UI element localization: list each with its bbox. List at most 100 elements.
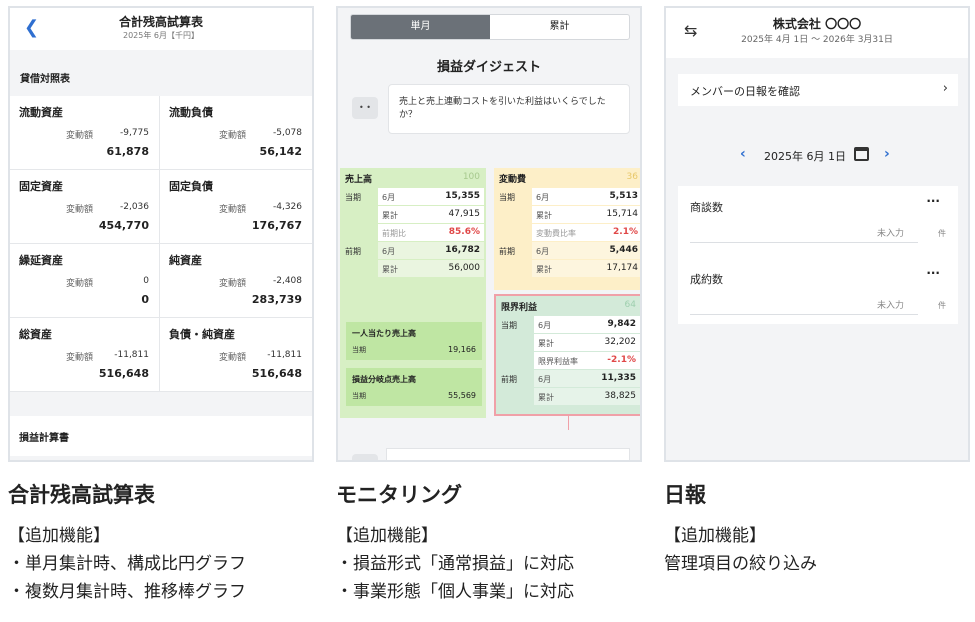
bs-delta-label: 変動額 (218, 279, 246, 289)
block-index: 100 (462, 172, 480, 182)
bs-delta-value: -9,775 (119, 128, 149, 138)
chevron-left-icon[interactable]: ‹ (740, 146, 746, 162)
row-label: 6月 (536, 193, 550, 202)
breakeven-sales-card[interactable]: 損益分岐点売上高 当期 55,569 (346, 368, 482, 406)
caption-line: ・事業形態「個人事業」に対応 (336, 582, 574, 602)
card-label: 当期 (352, 392, 366, 400)
block-title: 変動費 (499, 175, 527, 185)
caption-title: 合計残高試算表 (8, 483, 155, 507)
bs-delta-value: -4,326 (272, 202, 302, 212)
row-label: 累計 (382, 265, 398, 274)
per-person-sales-card[interactable]: 一人当たり売上高 当期 19,166 (346, 322, 482, 360)
table-row: 累計 15,714 (494, 206, 640, 224)
table-row: 当期 6月 5,513 (494, 188, 640, 206)
bs-cell[interactable]: 流動資産 変動額 -9,775 61,878 (10, 96, 160, 170)
row-label: 前期比 (382, 229, 406, 238)
caption-line: 管理項目の絞り込み (664, 554, 817, 574)
table-row: 当期 6月 15,355 (340, 188, 486, 206)
bs-delta-value: -2,408 (272, 276, 302, 286)
caption-line: ・単月集計時、構成比円グラフ (8, 554, 246, 574)
row-label: 累計 (382, 211, 398, 220)
bs-delta-value: -2,036 (119, 202, 149, 212)
tab-cumulative[interactable]: 累計 (490, 15, 629, 39)
bs-cell[interactable]: 総資産 変動額 -11,811 516,648 (10, 318, 160, 392)
bs-delta-label: 変動額 (218, 205, 246, 215)
caption-daily-report: 日報 【追加機能】 管理項目の絞り込み (664, 480, 975, 578)
bs-delta-label: 変動額 (65, 353, 93, 363)
bs-label: 繰延資産 (19, 254, 63, 267)
bs-cell[interactable]: 繰延資産 変動額 0 0 (10, 244, 160, 318)
bs-label: 固定負債 (169, 180, 213, 193)
block-rows: 当期 6月 15,355 累計 47,915 前期比 85.6% 前期 6月 16,782 … (340, 188, 486, 278)
more-icon[interactable]: ··· (926, 266, 940, 280)
page-title: 合計残高試算表 (118, 15, 203, 29)
item-input[interactable]: 未入力 (877, 226, 904, 239)
bs-delta-value: -11,811 (114, 350, 149, 360)
card-value: 19,166 (448, 345, 476, 354)
table-row: 前期 6月 5,446 (494, 242, 640, 260)
period-segmented-control: 単月 累計 (350, 14, 630, 40)
row-value: 15,714 (606, 209, 639, 219)
header: ⇆ 株式会社 〇〇〇 2025年 4月 1日 〜 2026年 3月31日 (666, 8, 968, 58)
bs-delta-label: 変動額 (218, 131, 246, 141)
more-icon[interactable]: ··· (926, 194, 940, 208)
daily-report-screen: ⇆ 株式会社 〇〇〇 2025年 4月 1日 〜 2026年 3月31日 メンバ… (664, 6, 970, 462)
member-report-link[interactable]: メンバーの日報を確認 › (678, 74, 958, 106)
variable-cost-block[interactable]: 変動費 36 当期 6月 5,513 累計 15,714 変動費比率 2.1% 前期 6月… (494, 168, 640, 290)
bs-cell[interactable]: 固定負債 変動額 -4,326 176,767 (160, 170, 312, 244)
bs-cell[interactable]: 流動負債 変動額 -5,078 56,142 (160, 96, 312, 170)
bs-value: 56,142 (259, 145, 302, 158)
chevron-right-icon[interactable]: › (884, 146, 890, 162)
date-navigator: ‹ 2025年 6月 1日 › (666, 146, 968, 166)
tab-single-month[interactable]: 単月 (351, 15, 490, 39)
row-value: 47,915 (448, 209, 481, 219)
bs-label: 流動資産 (19, 106, 63, 119)
fiscal-period: 2025年 4月 1日 〜 2026年 3月31日 (741, 35, 893, 45)
bs-delta-value: -5,078 (272, 128, 302, 138)
link-label: メンバーの日報を確認 (690, 85, 800, 98)
table-row: 前期比 85.6% (340, 224, 486, 242)
bs-label: 流動負債 (169, 106, 213, 119)
section-title-balance-sheet: 貸借対照表 (20, 74, 70, 85)
table-row: 前期 6月 16,782 (340, 242, 486, 260)
block-rows: 当期 6月 5,513 累計 15,714 変動費比率 2.1% 前期 6月 5,446 累… (494, 188, 640, 278)
bs-cell[interactable]: 固定資産 変動額 -2,036 454,770 (10, 170, 160, 244)
current-date: 2025年 6月 1日 (764, 150, 846, 163)
table-row: 累計 47,915 (340, 206, 486, 224)
row-value: 85.6% (448, 227, 480, 237)
balance-sheet-grid: 流動資産 変動額 -9,775 61,878 流動負債 変動額 -5,078 5… (10, 96, 312, 392)
bs-label: 固定資産 (19, 180, 63, 193)
item-input[interactable]: 未入力 (877, 298, 904, 311)
highlight-frame (494, 294, 640, 416)
calendar-icon[interactable] (854, 147, 869, 161)
caption-title: モニタリング (336, 483, 462, 507)
item-unit: 件 (938, 301, 946, 310)
bs-delta-label: 変動額 (65, 131, 93, 141)
bs-label: 純資産 (169, 254, 202, 267)
row-value: 16,782 (445, 245, 480, 255)
caption-line: ・複数月集計時、推移棒グラフ (8, 582, 246, 602)
caption-line: ・損益形式「通常損益」に対応 (336, 554, 574, 574)
row-period: 当期 (499, 193, 515, 202)
card-title: 一人当たり売上高 (352, 329, 416, 338)
input-underline (690, 314, 918, 315)
table-row: 累計 56,000 (340, 260, 486, 278)
bs-value: 454,770 (98, 219, 149, 232)
row-value: 17,174 (606, 263, 639, 273)
item-name: 商談数 (690, 201, 723, 214)
bs-cell[interactable]: 純資産 変動額 -2,408 283,739 (160, 244, 312, 318)
caption-title: 日報 (664, 483, 706, 507)
table-row: 変動費比率 2.1% (494, 224, 640, 242)
bs-value: 516,648 (251, 367, 302, 380)
sales-block[interactable]: 売上高 100 当期 6月 15,355 累計 47,915 前期比 85.6% 前期 6… (340, 168, 486, 418)
row-value: 15,355 (445, 191, 480, 201)
header: ❮ 合計残高試算表 2025年 6月【千円】 (10, 8, 312, 50)
row-label: 累計 (536, 211, 552, 220)
trial-balance-screen: ❮ 合計残高試算表 2025年 6月【千円】 貸借対照表 流動資産 変動額 -9… (8, 6, 314, 462)
bs-cell[interactable]: 負債・純資産 変動額 -11,811 516,648 (160, 318, 312, 392)
caption-tag: 【追加機能】 (664, 526, 766, 546)
card-title: 損益分岐点売上高 (352, 375, 416, 384)
page-subtitle: 2025年 6月【千円】 (123, 31, 199, 40)
caption-tag: 【追加機能】 (8, 526, 110, 546)
block-header: 変動費 36 (494, 168, 640, 188)
